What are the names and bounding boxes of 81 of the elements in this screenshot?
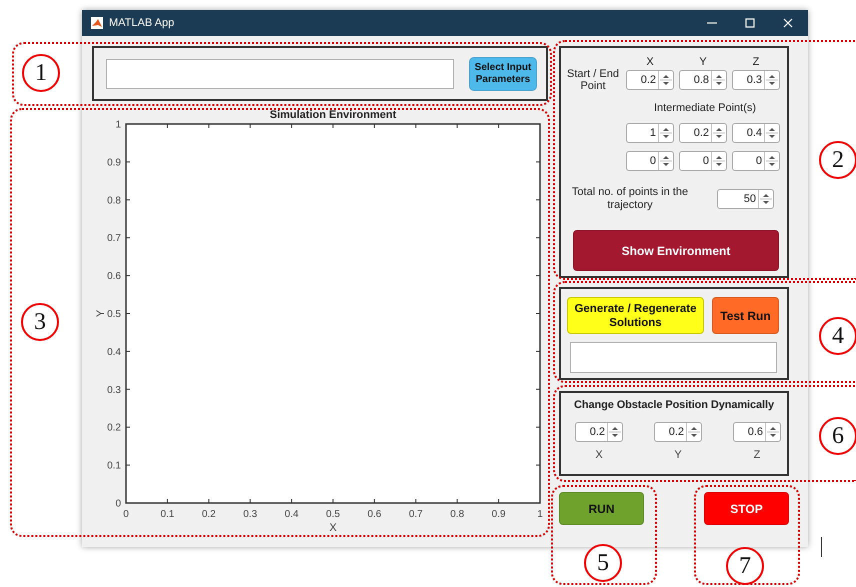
spinner-arrows-icon[interactable] xyxy=(686,423,701,441)
x-tick-label: 0.8 xyxy=(450,509,464,520)
y-tick-label: 0.4 xyxy=(107,346,121,358)
spinner-arrows-icon[interactable] xyxy=(711,152,726,170)
total-points-label: Total no. of points in the trajectory xyxy=(570,186,690,212)
x-tick-label: 0.2 xyxy=(202,509,216,520)
spinner-arrows-icon[interactable] xyxy=(607,423,622,441)
callout-number: 4 xyxy=(819,317,856,355)
chart-title: Simulation Environment xyxy=(270,109,396,121)
callout-number: 1 xyxy=(22,54,60,92)
x-tick-label: 0 xyxy=(123,509,129,520)
y-tick-label: 0.9 xyxy=(107,157,121,168)
axis-label: Z xyxy=(754,449,760,461)
column-header: Z xyxy=(752,56,760,68)
number-spinner[interactable]: 0.2 xyxy=(679,123,727,143)
spinner-arrows-icon[interactable] xyxy=(658,124,673,142)
x-tick-label: 0.5 xyxy=(326,509,340,520)
callout-number: 6 xyxy=(819,417,856,455)
number-spinner[interactable]: 0 xyxy=(679,151,727,171)
spinner-arrows-icon[interactable] xyxy=(658,152,673,170)
x-tick-label: 0.9 xyxy=(492,509,506,520)
y-tick-label: 0.5 xyxy=(107,309,121,320)
close-icon[interactable] xyxy=(781,16,795,30)
number-spinner[interactable]: 0.6 xyxy=(733,422,781,442)
x-tick-label: 0.6 xyxy=(367,509,382,520)
stop-button[interactable]: STOP xyxy=(704,492,789,525)
column-header: X xyxy=(645,56,655,68)
x-tick-label: 0.1 xyxy=(160,509,174,520)
callout-number: 2 xyxy=(819,141,856,179)
intermediate-label: Intermediate Point(s) xyxy=(652,102,758,114)
y-tick-label: 0.7 xyxy=(107,233,121,244)
axis-label: Y xyxy=(674,449,682,461)
x-tick-label: 0.4 xyxy=(284,509,299,520)
y-tick-label: 1 xyxy=(115,120,121,130)
y-axis-label: Y xyxy=(95,310,107,318)
text-cursor xyxy=(821,537,822,557)
x-axis-label: X xyxy=(329,522,337,534)
test-run-button[interactable]: Test Run xyxy=(712,297,779,334)
axis-label: X xyxy=(595,449,603,461)
callout-number: 5 xyxy=(584,544,622,582)
show-environment-button[interactable]: Show Environment xyxy=(573,230,779,271)
number-spinner[interactable]: 50 xyxy=(717,189,774,209)
run-button[interactable]: RUN xyxy=(559,492,644,525)
y-tick-label: 0.8 xyxy=(107,195,121,206)
spinner-arrows-icon[interactable] xyxy=(764,71,779,89)
input-field[interactable] xyxy=(106,58,454,88)
output-field[interactable] xyxy=(570,342,777,373)
x-tick-label: 1 xyxy=(537,509,543,520)
spinner-arrows-icon[interactable] xyxy=(764,152,779,170)
x-tick-label: 0.3 xyxy=(243,509,258,520)
spinner-arrows-icon[interactable] xyxy=(765,423,780,441)
number-spinner[interactable]: 0.8 xyxy=(679,70,727,90)
y-tick-label: 0.1 xyxy=(107,460,121,472)
number-spinner[interactable]: 0.2 xyxy=(575,422,623,442)
number-spinner[interactable]: 0 xyxy=(732,151,780,171)
app-logo-icon xyxy=(91,17,103,29)
number-spinner[interactable]: 0.2 xyxy=(626,70,674,90)
callout-number: 3 xyxy=(21,303,59,341)
y-tick-label: 0.6 xyxy=(107,271,121,282)
spinner-arrows-icon[interactable] xyxy=(764,124,779,142)
select-input-button[interactable]: Select Input Parameters xyxy=(469,56,537,90)
start-end-label: Start / End Point xyxy=(566,68,620,92)
number-spinner[interactable]: 0.2 xyxy=(654,422,702,442)
number-spinner[interactable]: 0.3 xyxy=(732,70,780,90)
y-tick-label: 0.3 xyxy=(107,384,121,396)
column-header: Y xyxy=(698,56,708,68)
number-spinner[interactable]: 1 xyxy=(626,123,674,143)
obstacle-title: Change Obstacle Position Dynamically xyxy=(573,399,775,411)
spinner-arrows-icon[interactable] xyxy=(658,71,673,89)
window-title: MATLAB App xyxy=(109,17,176,29)
spinner-arrows-icon[interactable] xyxy=(758,190,773,208)
spinner-arrows-icon[interactable] xyxy=(711,71,726,89)
number-spinner[interactable]: 0.4 xyxy=(732,123,780,143)
y-tick-label: 0.2 xyxy=(107,422,121,434)
x-tick-label: 0.7 xyxy=(408,509,423,520)
maximize-icon[interactable] xyxy=(743,16,757,30)
y-tick-label: 0 xyxy=(115,498,121,510)
number-spinner[interactable]: 0 xyxy=(626,151,674,171)
generate-button[interactable]: Generate / Regenerate Solutions xyxy=(567,297,704,334)
spinner-arrows-icon[interactable] xyxy=(711,124,726,142)
callout-number: 7 xyxy=(726,547,764,585)
